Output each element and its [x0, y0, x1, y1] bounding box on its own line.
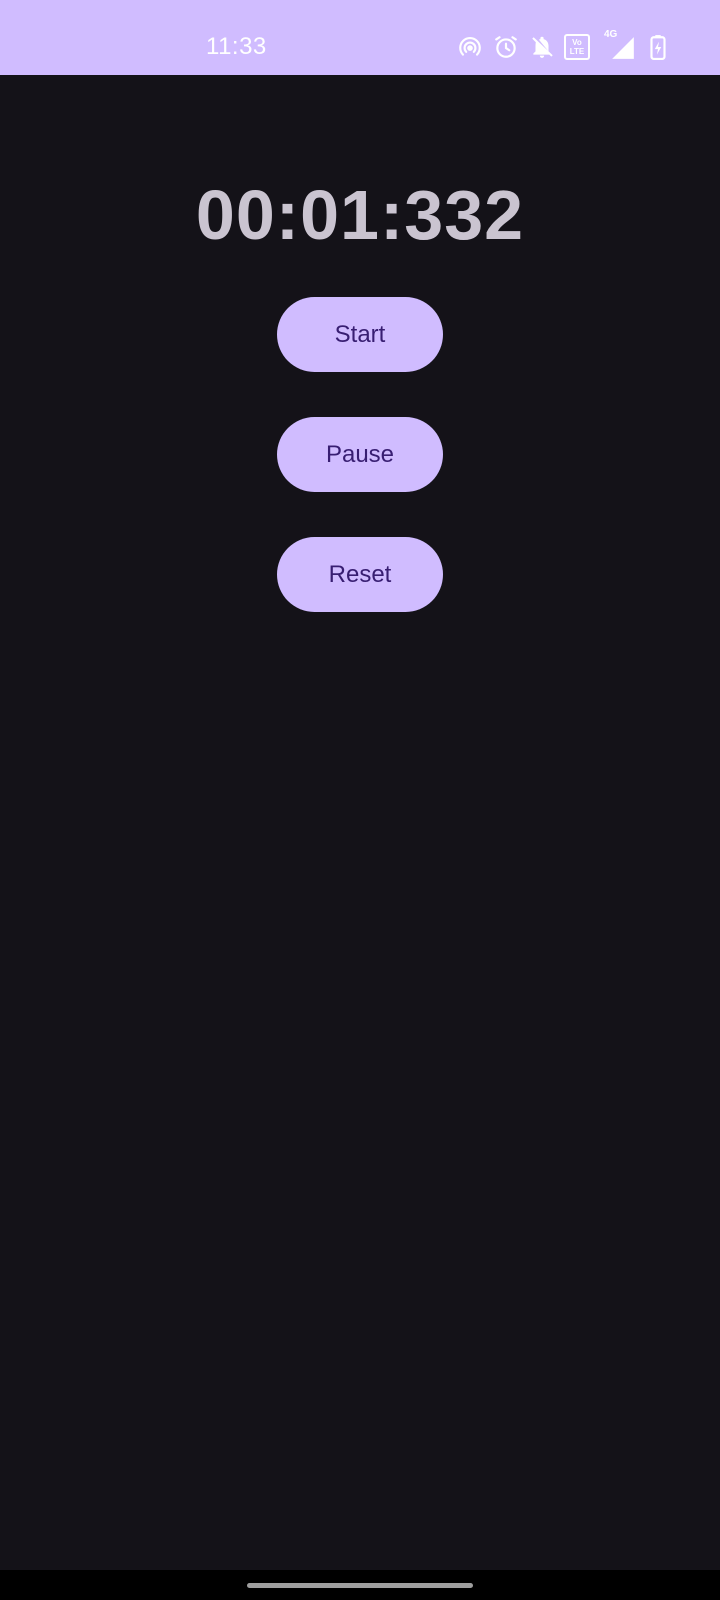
volte-top-label: Vo	[572, 38, 582, 47]
signal-4g-icon: 4G	[598, 29, 636, 61]
status-bar: 11:33 Vo LTE 4G	[0, 0, 720, 75]
alarm-icon	[492, 33, 520, 61]
notifications-off-icon	[528, 33, 556, 61]
start-button[interactable]: Start	[277, 297, 443, 372]
hotspot-icon	[456, 33, 484, 61]
battery-charging-icon	[644, 33, 672, 61]
volte-icon: Vo LTE	[564, 34, 590, 60]
status-icons: Vo LTE 4G	[456, 29, 672, 61]
volte-bottom-label: LTE	[569, 47, 585, 56]
stopwatch-screen: 00:01:332 Start Pause Reset	[0, 75, 720, 1570]
status-clock: 11:33	[206, 33, 267, 60]
reset-button[interactable]: Reset	[277, 537, 443, 612]
stopwatch-display: 00:01:332	[195, 176, 525, 254]
pause-button[interactable]: Pause	[277, 417, 443, 492]
gesture-handle[interactable]	[247, 1583, 473, 1588]
navigation-bar	[0, 1570, 720, 1600]
